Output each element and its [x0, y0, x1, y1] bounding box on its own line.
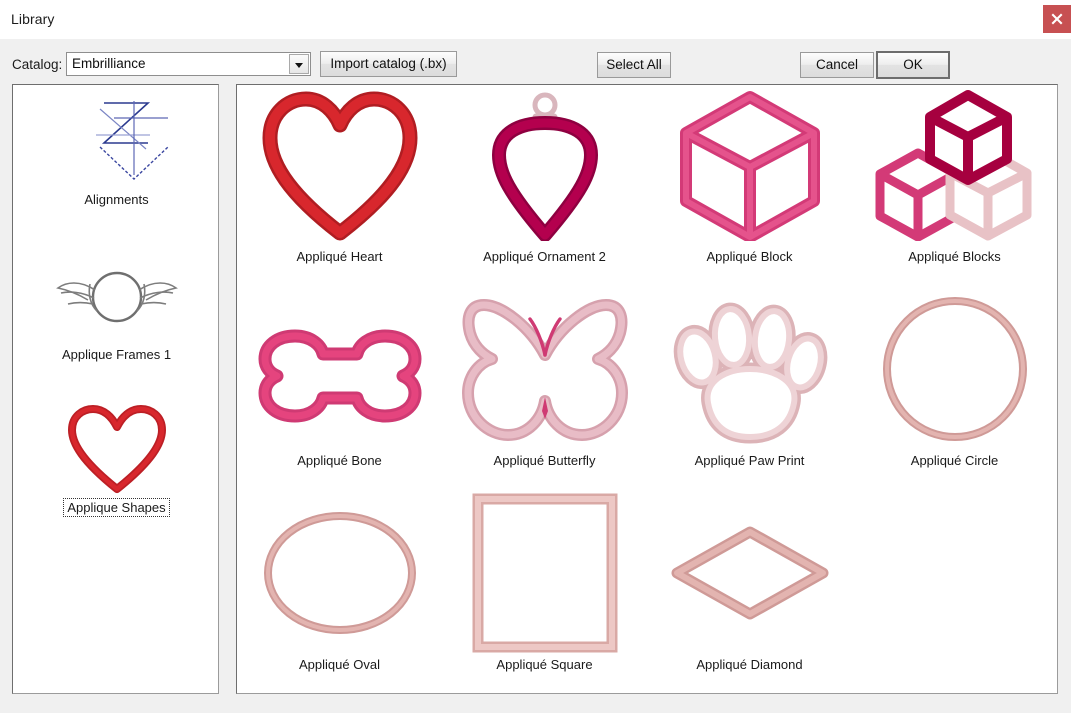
diamond-shape-icon	[647, 493, 852, 653]
ok-button[interactable]: OK	[876, 51, 950, 79]
design-item-applique-butterfly[interactable]: Appliqué Butterfly	[442, 289, 647, 468]
sidebar-item-label: Applique Frames 1	[61, 347, 172, 362]
import-catalog-button[interactable]: Import catalog (.bx)	[320, 51, 457, 77]
catalog-selected-value: Embrilliance	[72, 56, 146, 71]
catalog-select[interactable]: Embrilliance	[66, 52, 311, 76]
design-item-label: Appliqué Square	[496, 657, 593, 672]
design-item-label: Appliqué Blocks	[908, 249, 1001, 264]
window-title: Library	[11, 11, 55, 27]
design-item-label: Appliqué Block	[706, 249, 793, 264]
block-shape-icon	[647, 85, 852, 245]
design-item-applique-block[interactable]: Appliqué Block	[647, 85, 852, 264]
paw-print-shape-icon	[647, 289, 852, 449]
circle-shape-icon	[852, 289, 1057, 449]
design-item-applique-circle[interactable]: Appliqué Circle	[852, 289, 1057, 468]
sidebar-item-applique-frames-1[interactable]: Applique Frames 1	[13, 250, 218, 363]
design-item-applique-square[interactable]: Appliqué Square	[442, 493, 647, 672]
design-item-label: Appliqué Heart	[296, 249, 383, 264]
design-item-applique-bone[interactable]: Appliqué Bone	[237, 289, 442, 468]
design-grid-panel[interactable]: Appliqué Heart Appliqué Ornament 2 Appli…	[236, 84, 1058, 694]
square-shape-icon	[442, 493, 647, 653]
design-item-label: Appliqué Diamond	[696, 657, 803, 672]
blocks-shape-icon	[852, 85, 1057, 245]
close-icon[interactable]	[1043, 5, 1071, 33]
design-item-label: Appliqué Oval	[299, 657, 380, 672]
catalog-sidebar[interactable]: Alignments Applique Frames 1 Applique Sh…	[12, 84, 219, 694]
sidebar-item-applique-shapes[interactable]: Applique Shapes	[13, 403, 218, 517]
sidebar-item-alignments[interactable]: Alignments	[13, 95, 218, 208]
design-item-applique-blocks[interactable]: Appliqué Blocks	[852, 85, 1057, 264]
sidebar-item-label: Applique Shapes	[63, 498, 170, 517]
winged-circle-frame-icon	[13, 250, 218, 342]
design-item-applique-oval[interactable]: Appliqué Oval	[237, 493, 442, 672]
bone-shape-icon	[237, 289, 442, 449]
design-item-label: Appliqué Bone	[297, 453, 382, 468]
design-item-label: Appliqué Paw Print	[694, 453, 805, 468]
oval-shape-icon	[237, 493, 442, 653]
cancel-button[interactable]: Cancel	[800, 52, 874, 78]
red-heart-icon	[13, 403, 218, 495]
heart-shape-icon	[237, 85, 442, 245]
design-item-label: Appliqué Butterfly	[493, 453, 596, 468]
sidebar-item-label: Alignments	[84, 192, 149, 207]
ornament-shape-icon	[442, 85, 647, 245]
design-item-applique-diamond[interactable]: Appliqué Diamond	[647, 493, 852, 672]
design-item-applique-heart[interactable]: Appliqué Heart	[237, 85, 442, 264]
chevron-down-icon[interactable]	[289, 54, 309, 74]
design-item-label: Appliqué Ornament 2	[483, 249, 606, 264]
design-item-applique-ornament-2[interactable]: Appliqué Ornament 2	[442, 85, 647, 264]
design-item-applique-paw-print[interactable]: Appliqué Paw Print	[647, 289, 852, 468]
title-bar: Library	[0, 0, 1071, 39]
catalog-label: Catalog:	[12, 57, 63, 72]
design-item-label: Appliqué Circle	[910, 453, 999, 468]
butterfly-shape-icon	[442, 289, 647, 449]
select-all-button[interactable]: Select All	[597, 52, 671, 78]
alignments-icon	[13, 95, 218, 187]
